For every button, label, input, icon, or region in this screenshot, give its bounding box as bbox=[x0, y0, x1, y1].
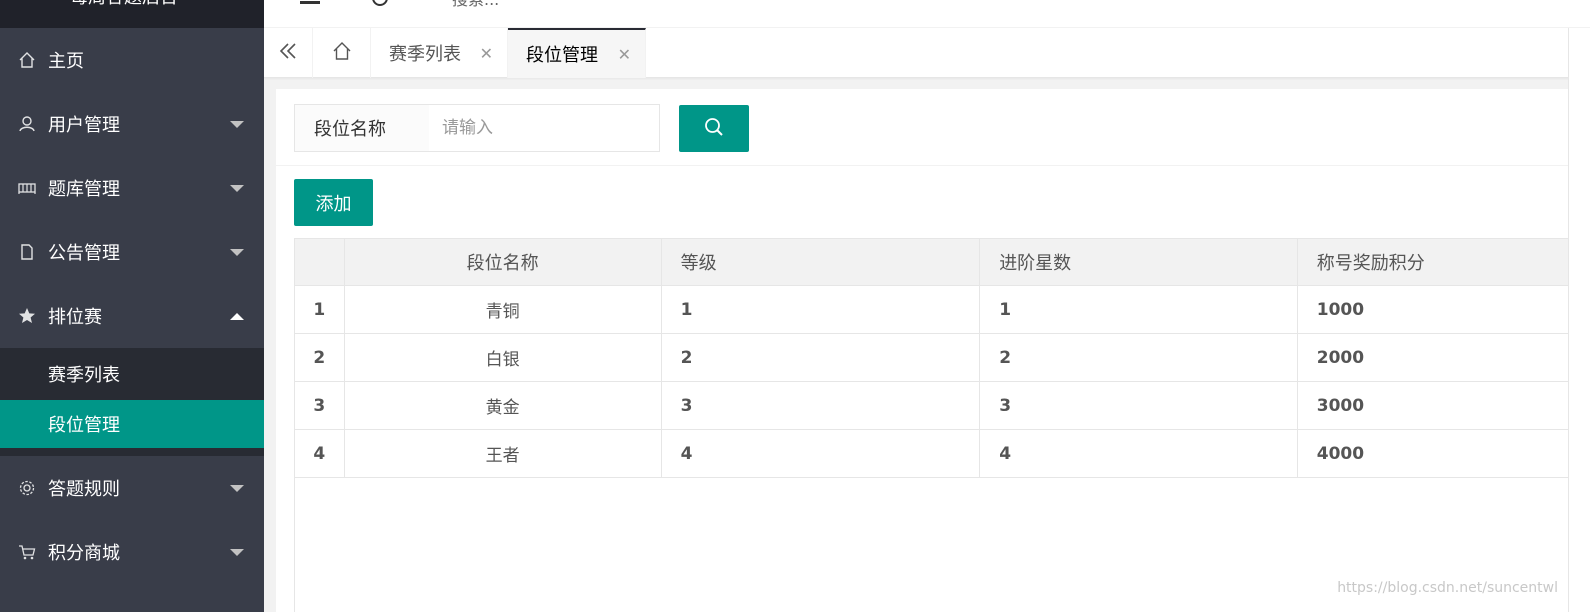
document-icon bbox=[18, 243, 36, 261]
tab-label: 段位管理 bbox=[526, 45, 598, 66]
sidebar-item-label: 主页 bbox=[48, 51, 84, 72]
gear-icon bbox=[18, 479, 36, 497]
bank-icon bbox=[18, 179, 36, 197]
top-header: 搜索... bbox=[264, 0, 1590, 28]
stars-cell: 2 bbox=[980, 334, 1298, 381]
table-header-cell[interactable]: 段位名称 bbox=[345, 239, 662, 285]
search-button[interactable] bbox=[679, 105, 749, 152]
double-chevron-left-icon bbox=[278, 41, 298, 65]
level-cell: 2 bbox=[662, 334, 981, 381]
main-panel: 段位名称 添加 段位名称 等级 进阶星数 称号奖励积分 1 青铜 1 1 100… bbox=[276, 89, 1590, 612]
level-cell: 3 bbox=[662, 382, 981, 429]
rank-name-cell: 白银 bbox=[345, 334, 662, 381]
vertical-scrollbar[interactable] bbox=[1568, 28, 1590, 612]
menu-toggle-icon[interactable] bbox=[300, 0, 320, 4]
sidebar-item-label: 排位赛 bbox=[48, 307, 102, 328]
user-icon bbox=[18, 115, 36, 133]
sidebar-subitem-label: 段位管理 bbox=[48, 415, 120, 436]
cart-icon bbox=[18, 543, 36, 561]
tab-home[interactable] bbox=[313, 28, 371, 78]
sidebar-item-ranked[interactable]: 排位赛 bbox=[0, 284, 264, 348]
row-index: 1 bbox=[295, 286, 345, 333]
level-cell: 4 bbox=[662, 430, 981, 477]
sidebar: 每周答题后台 主页 用户管理 题库管理 公告管理 排位赛 bbox=[0, 0, 264, 612]
chevron-down-icon bbox=[230, 121, 244, 128]
sidebar-item-label: 用户管理 bbox=[48, 115, 120, 136]
chevron-down-icon bbox=[230, 185, 244, 192]
home-icon bbox=[332, 41, 352, 65]
app-title: 每周答题后台 bbox=[70, 0, 178, 8]
table-header-cell[interactable]: 进阶星数 bbox=[980, 239, 1298, 285]
tab-season-list[interactable]: 赛季列表 ✕ bbox=[371, 28, 508, 78]
sidebar-subitem-season-list[interactable]: 赛季列表 bbox=[0, 348, 264, 400]
row-index: 4 bbox=[295, 430, 345, 477]
row-index: 3 bbox=[295, 382, 345, 429]
tab-rank-management[interactable]: 段位管理 ✕ bbox=[508, 28, 646, 78]
tab-label: 赛季列表 bbox=[389, 44, 461, 65]
sidebar-item-label: 题库管理 bbox=[48, 179, 120, 200]
level-cell: 1 bbox=[662, 286, 981, 333]
chevron-up-icon bbox=[230, 313, 244, 320]
sidebar-item-label: 答题规则 bbox=[48, 479, 120, 500]
chevron-down-icon bbox=[230, 249, 244, 256]
close-icon[interactable]: ✕ bbox=[480, 44, 493, 63]
stars-cell: 4 bbox=[980, 430, 1298, 477]
rank-name-cell: 黄金 bbox=[345, 382, 662, 429]
rank-table: 段位名称 等级 进阶星数 称号奖励积分 1 青铜 1 1 1000 2 白银 2… bbox=[294, 238, 1590, 478]
chevron-down-icon bbox=[230, 549, 244, 556]
star-icon bbox=[18, 307, 36, 325]
refresh-icon[interactable] bbox=[372, 0, 388, 6]
stars-cell: 3 bbox=[980, 382, 1298, 429]
close-icon[interactable]: ✕ bbox=[618, 45, 631, 64]
header-search[interactable]: 搜索... bbox=[452, 0, 499, 8]
sidebar-item-label: 积分商城 bbox=[48, 543, 120, 564]
table-header-cell[interactable]: 称号奖励积分 bbox=[1298, 239, 1590, 285]
sidebar-subitem-rank-management[interactable]: 段位管理 bbox=[0, 400, 264, 448]
sidebar-item-shop[interactable]: 积分商城 bbox=[0, 520, 264, 584]
add-button[interactable]: 添加 bbox=[294, 179, 373, 226]
app-logo: 每周答题后台 bbox=[0, 0, 264, 28]
points-cell: 4000 bbox=[1316, 443, 1365, 464]
sidebar-item-users[interactable]: 用户管理 bbox=[0, 92, 264, 156]
table-row[interactable]: 1 青铜 1 1 1000 bbox=[295, 286, 1590, 334]
sidebar-item-announcements[interactable]: 公告管理 bbox=[0, 220, 264, 284]
points-cell: 3000 bbox=[1316, 395, 1365, 416]
home-icon bbox=[18, 51, 36, 69]
tabs-scroll-left-button[interactable] bbox=[264, 28, 313, 78]
search-icon bbox=[703, 116, 725, 142]
stars-cell: 1 bbox=[980, 286, 1298, 333]
points-cell: 2000 bbox=[1316, 347, 1365, 368]
watermark: https://blog.csdn.net/suncentwl bbox=[1337, 580, 1558, 596]
table-row[interactable]: 4 王者 4 4 4000 bbox=[295, 430, 1590, 478]
rank-name-input[interactable] bbox=[429, 104, 660, 152]
sidebar-item-label: 公告管理 bbox=[48, 243, 120, 264]
chevron-down-icon bbox=[230, 485, 244, 492]
tabs-bar: 赛季列表 ✕ 段位管理 ✕ bbox=[264, 28, 1590, 78]
row-index: 2 bbox=[295, 334, 345, 381]
table-header: 段位名称 等级 进阶星数 称号奖励积分 bbox=[295, 238, 1590, 286]
sidebar-item-rules[interactable]: 答题规则 bbox=[0, 456, 264, 520]
sidebar-item-question-bank[interactable]: 题库管理 bbox=[0, 156, 264, 220]
divider bbox=[276, 165, 1590, 166]
rank-name-cell: 王者 bbox=[345, 430, 662, 477]
sidebar-submenu: 赛季列表 段位管理 bbox=[0, 348, 264, 456]
table-row[interactable]: 3 黄金 3 3 3000 bbox=[295, 382, 1590, 430]
rank-name-cell: 青铜 bbox=[345, 286, 662, 333]
submenu-spacer bbox=[0, 448, 264, 456]
table-header-index bbox=[295, 239, 345, 285]
sidebar-subitem-label: 赛季列表 bbox=[48, 365, 120, 386]
points-cell: 1000 bbox=[1316, 299, 1365, 320]
rank-name-label: 段位名称 bbox=[294, 104, 430, 152]
sidebar-item-home[interactable]: 主页 bbox=[0, 28, 264, 92]
table-header-cell[interactable]: 等级 bbox=[662, 239, 981, 285]
table-row[interactable]: 2 白银 2 2 2000 bbox=[295, 334, 1590, 382]
